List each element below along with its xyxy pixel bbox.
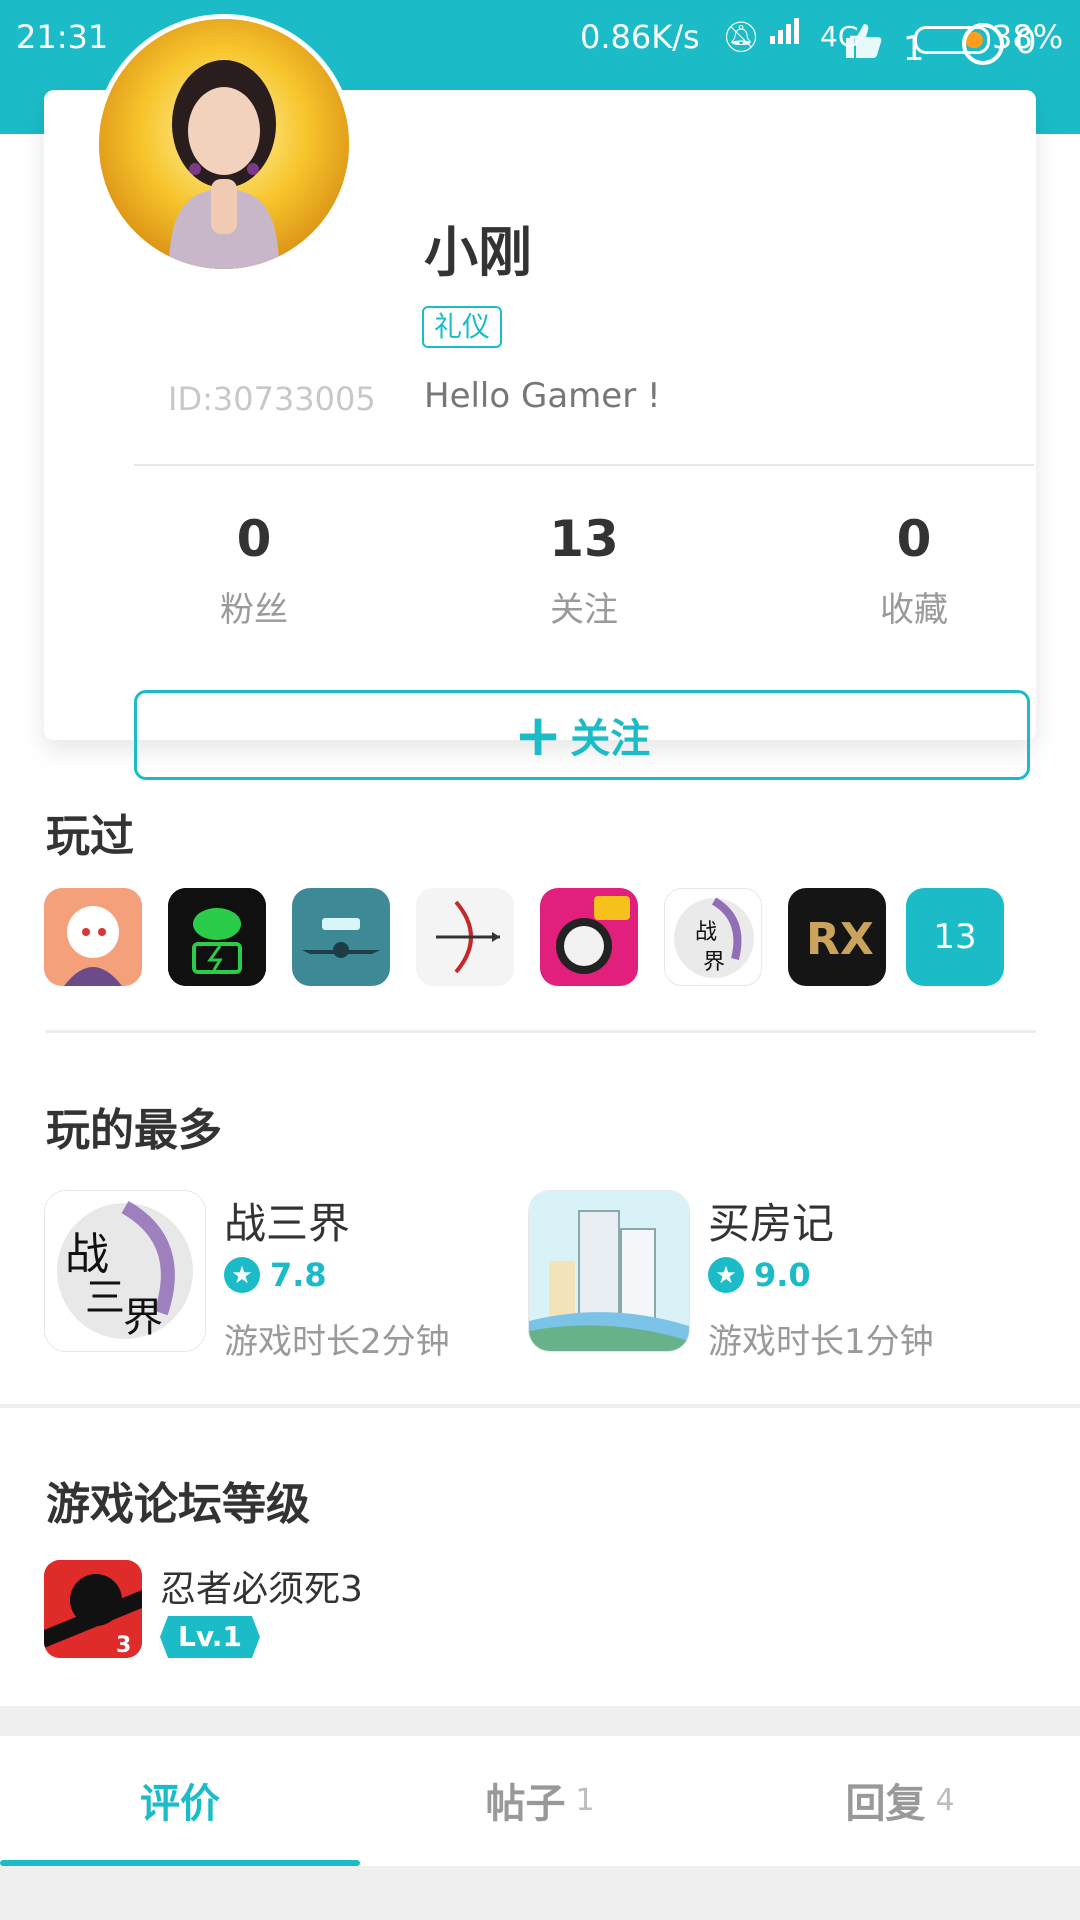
svg-text:战: 战 xyxy=(695,920,717,945)
stat-following-value: 13 xyxy=(549,510,619,568)
wangzhe-game-icon[interactable]: RX xyxy=(788,888,886,986)
user-id: ID:30733005 xyxy=(168,380,376,418)
play-time: 游戏时长1分钟 xyxy=(708,1322,934,1362)
tab-posts[interactable]: 帖子 1 xyxy=(360,1736,720,1864)
music-ball-game-icon[interactable] xyxy=(540,888,638,986)
stat-favorites-label: 收藏 xyxy=(880,590,948,630)
divider xyxy=(46,1030,1036,1033)
stat-following-label: 关注 xyxy=(550,590,618,630)
tab-label: 评价 xyxy=(140,1781,220,1827)
stat-fans-value: 0 xyxy=(236,510,272,568)
tab-replies[interactable]: 回复 4 xyxy=(720,1736,1080,1864)
tab-count: 1 xyxy=(575,1782,595,1818)
most-played-name[interactable]: 战三界 xyxy=(224,1190,350,1251)
plane-game-icon[interactable] xyxy=(292,888,390,986)
stat-fans-label: 粉丝 xyxy=(220,590,288,630)
thumb-button[interactable]: 1 xyxy=(842,22,924,69)
svg-text:战: 战 xyxy=(65,1229,109,1280)
star-icon: ★ xyxy=(224,1257,260,1293)
most-played-rating: ★ 7.8 xyxy=(224,1256,327,1294)
forum-level-title: 游戏论坛等级 xyxy=(46,1479,310,1530)
svg-text:3: 3 xyxy=(116,1633,131,1658)
status-time: 21:31 xyxy=(16,18,109,56)
maifangji-icon[interactable] xyxy=(528,1190,690,1352)
mute-icon: 🔕︎ xyxy=(722,20,761,55)
tab-bar: 评价 帖子 1 回复 4 xyxy=(0,1736,1080,1864)
follow-button[interactable]: + 关注 xyxy=(134,690,1030,780)
brain-battery-game-icon[interactable] xyxy=(168,888,266,986)
tab-separator xyxy=(0,1706,1080,1736)
stat-favorites-value: 0 xyxy=(896,510,932,568)
divider xyxy=(134,464,1034,466)
tab-count: 4 xyxy=(935,1782,955,1818)
content-area xyxy=(0,1866,1080,1920)
most-played-name[interactable]: 买房记 xyxy=(708,1190,834,1251)
forum-game-name[interactable]: 忍者必须死3 xyxy=(160,1560,363,1612)
avatar[interactable] xyxy=(94,14,354,274)
tab-label: 回复 xyxy=(845,1781,926,1827)
follow-button-label: 关注 xyxy=(570,716,651,762)
played-title: 玩过 xyxy=(46,811,134,862)
svg-text:三: 三 xyxy=(85,1275,125,1321)
played-count-button[interactable]: 13 xyxy=(906,888,1004,986)
stat-favorites[interactable]: 0 收藏 xyxy=(794,510,1034,631)
signal-icon xyxy=(768,16,806,54)
battery-percent: 38% xyxy=(992,18,1064,56)
tab-label: 帖子 xyxy=(485,1781,566,1827)
user-name: 小刚 xyxy=(424,221,532,284)
archery-game-icon[interactable] xyxy=(416,888,514,986)
user-tag[interactable]: 礼仪 xyxy=(422,306,503,348)
zhansanjie-icon[interactable]: 战三界 xyxy=(44,1190,206,1352)
rating-value: 9.0 xyxy=(754,1256,811,1294)
svg-text:界: 界 xyxy=(123,1295,163,1341)
zhansanjie-game-icon[interactable]: 战界 xyxy=(664,888,762,986)
rating-value: 7.8 xyxy=(270,1256,327,1294)
ninja-game-icon[interactable]: 3 xyxy=(44,1560,142,1658)
svg-text:界: 界 xyxy=(703,950,725,975)
level-badge: Lv.1 xyxy=(160,1616,260,1658)
thumb-up-icon xyxy=(846,24,882,58)
anime-girl-game-icon[interactable] xyxy=(44,888,142,986)
stat-fans[interactable]: 0 粉丝 xyxy=(134,510,374,631)
svg-text:RX: RX xyxy=(806,914,874,965)
star-icon: ★ xyxy=(708,1257,744,1293)
play-time: 游戏时长2分钟 xyxy=(224,1322,450,1362)
status-speed: 0.86K/s xyxy=(580,18,700,56)
most-played-rating: ★ 9.0 xyxy=(708,1256,811,1294)
user-bio: Hello Gamer ! xyxy=(424,376,661,416)
stat-following[interactable]: 13 关注 xyxy=(464,510,704,631)
plus-icon: + xyxy=(513,701,563,769)
divider xyxy=(0,1404,1080,1408)
most-played-title: 玩的最多 xyxy=(46,1105,222,1156)
tab-reviews[interactable]: 评价 xyxy=(0,1736,360,1864)
